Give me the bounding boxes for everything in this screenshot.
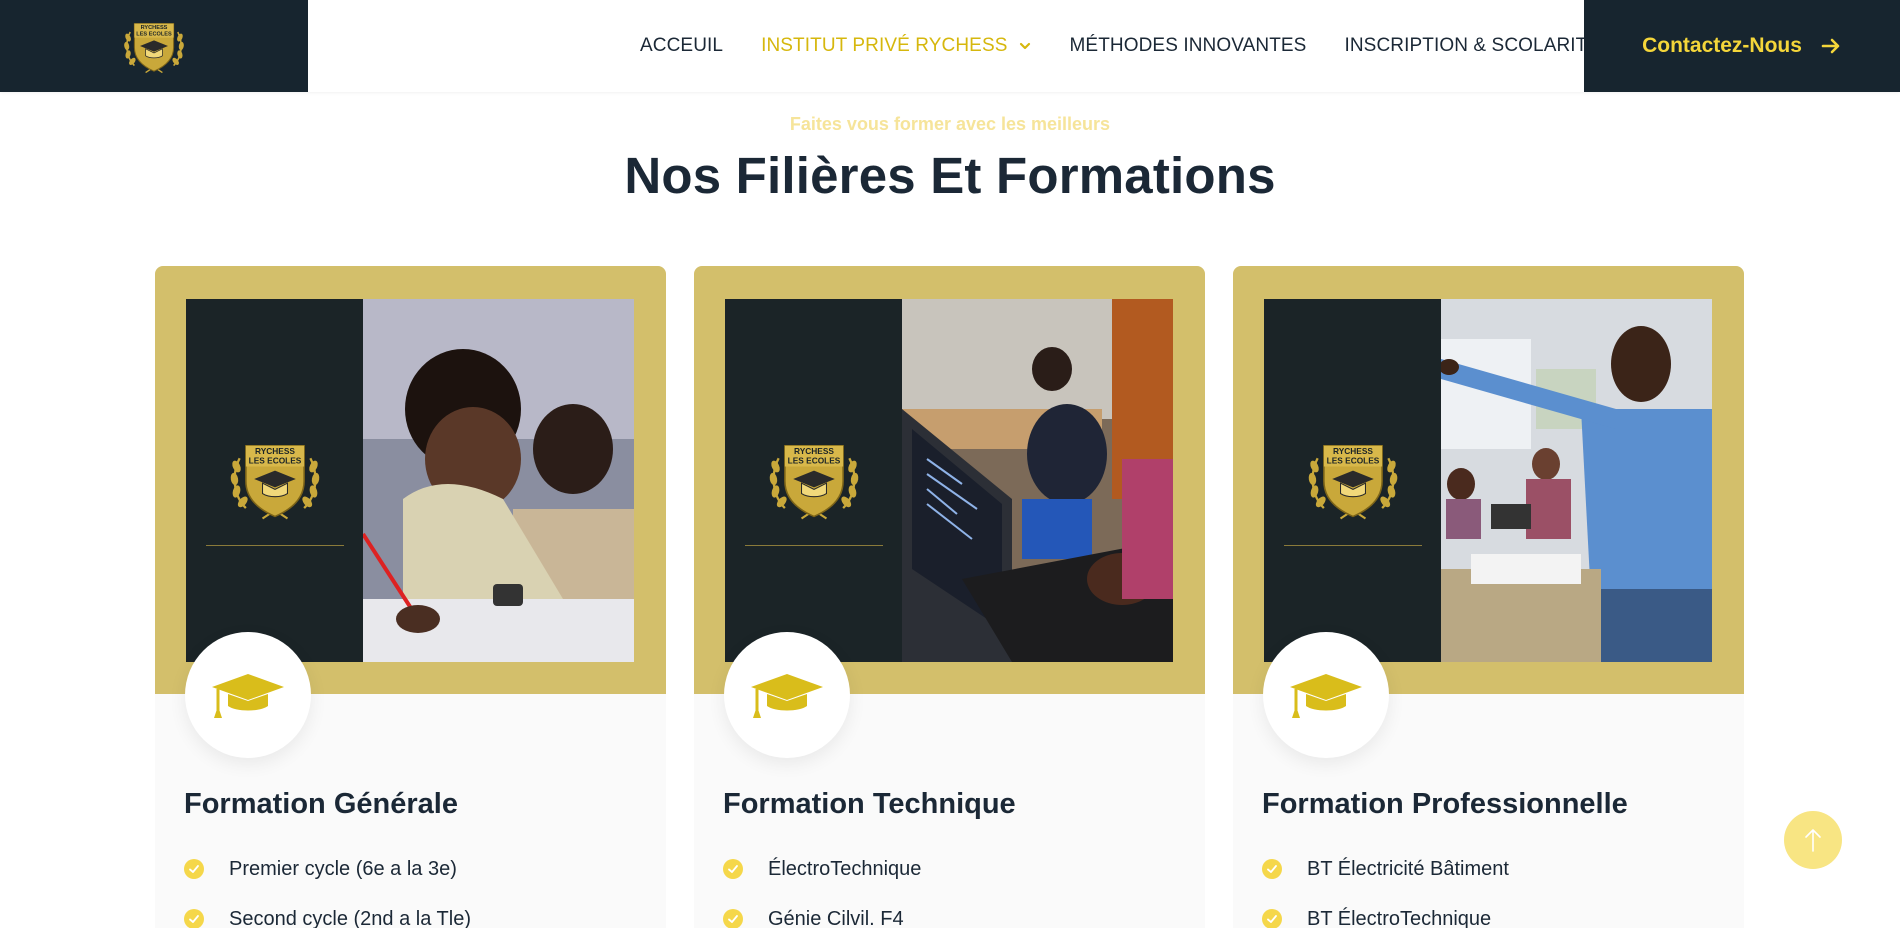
list-item: BT Électricité Bâtiment — [1262, 844, 1509, 894]
card-image — [186, 299, 634, 662]
nav-item-label: INSCRIPTION & SCOLARITÉ — [1344, 35, 1601, 56]
list-item: Premier cycle (6e a la 3e) — [184, 844, 471, 894]
laptop-classroom-photo — [902, 299, 1173, 662]
chevron-down-icon — [1019, 42, 1030, 50]
list-item: BT ÉlectroTechnique — [1262, 894, 1509, 928]
card-list: Premier cycle (6e a la 3e) Second cycle … — [184, 844, 471, 928]
contact-button-label: Contactez-Nous — [1642, 34, 1802, 57]
nav-item-methodes[interactable]: MÉTHODES INNOVANTES — [1070, 35, 1307, 57]
graduation-cap-icon — [751, 674, 823, 718]
card-header — [1233, 266, 1744, 694]
check-circle-icon — [184, 859, 204, 879]
section-subtitle: Faites vous former avec les meilleurs — [789, 114, 1111, 134]
check-circle-icon — [723, 909, 743, 928]
card-icon-circle — [724, 632, 850, 758]
check-circle-icon — [723, 859, 743, 879]
school-crest-icon — [767, 444, 860, 520]
list-item: ÉlectroTechnique — [723, 844, 921, 894]
nav-item-accueil[interactable]: ACCEUIL — [640, 35, 723, 57]
card-image-brand-panel — [186, 299, 363, 662]
logo-link[interactable] — [0, 0, 308, 92]
nav-item-inscription[interactable]: INSCRIPTION & SCOLARITÉ — [1344, 35, 1600, 57]
scroll-to-top-button[interactable] — [1784, 811, 1842, 869]
graduation-cap-icon — [212, 674, 284, 718]
list-item-label: ÉlectroTechnique — [768, 857, 922, 880]
formation-card[interactable]: Formation Technique ÉlectroTechnique Gén… — [694, 266, 1205, 928]
list-item: Génie Cilvil. F4 — [723, 894, 921, 928]
list-item-label: BT ÉlectroTechnique — [1307, 907, 1492, 928]
section-title: Nos Filières Et Formations — [624, 147, 1276, 204]
card-title: Formation Professionnelle — [1262, 788, 1628, 820]
card-icon-circle — [185, 632, 311, 758]
card-image — [1264, 299, 1712, 662]
list-item-label: Second cycle (2nd a la Tle) — [229, 907, 471, 928]
divider — [205, 545, 344, 546]
page: ACCEUIL INSTITUT PRIVÉ RYCHESS MÉTHODES … — [0, 0, 1900, 928]
card-image-brand-panel — [1264, 299, 1441, 662]
school-crest-icon — [228, 444, 321, 520]
list-item-label: Premier cycle (6e a la 3e) — [229, 857, 457, 880]
nav-item-label: ACCEUIL — [640, 35, 724, 56]
formation-card[interactable]: Formation Générale Premier cycle (6e a l… — [155, 266, 666, 928]
arrow-right-icon — [1821, 38, 1840, 54]
list-item: Second cycle (2nd a la Tle) — [184, 894, 471, 928]
card-list: BT Électricité Bâtiment BT ÉlectroTechni… — [1262, 844, 1509, 928]
card-title: Formation Générale — [184, 788, 458, 820]
card-header — [155, 266, 666, 694]
arrow-up-icon — [1805, 829, 1821, 852]
teacher-classroom-photo — [1441, 299, 1712, 662]
main-nav: ACCEUIL INSTITUT PRIVÉ RYCHESS MÉTHODES … — [640, 0, 1638, 92]
list-item-label: BT Électricité Bâtiment — [1307, 857, 1509, 880]
card-header — [694, 266, 1205, 694]
site-header: ACCEUIL INSTITUT PRIVÉ RYCHESS MÉTHODES … — [0, 0, 1900, 92]
nav-item-institut[interactable]: INSTITUT PRIVÉ RYCHESS — [761, 35, 1031, 57]
school-crest-icon — [1306, 444, 1399, 520]
school-crest-icon — [122, 22, 186, 74]
check-circle-icon — [184, 909, 204, 928]
divider — [1283, 545, 1422, 546]
card-image-brand-panel — [725, 299, 902, 662]
card-title: Formation Technique — [723, 788, 1016, 820]
check-circle-icon — [1262, 859, 1282, 879]
formation-card[interactable]: Formation Professionnelle BT Électricité… — [1233, 266, 1744, 928]
card-icon-circle — [1263, 632, 1389, 758]
graduation-cap-icon — [1290, 674, 1362, 718]
contact-button[interactable]: Contactez-Nous — [1584, 0, 1900, 92]
student-writing-photo — [363, 299, 634, 662]
divider — [744, 545, 883, 546]
nav-item-label: MÉTHODES INNOVANTES — [1069, 35, 1307, 56]
list-item-label: Génie Cilvil. F4 — [768, 907, 904, 928]
card-image — [725, 299, 1173, 662]
nav-item-label: INSTITUT PRIVÉ RYCHESS — [761, 35, 1008, 56]
check-circle-icon — [1262, 909, 1282, 928]
card-list: ÉlectroTechnique Génie Cilvil. F4 — [723, 844, 921, 928]
